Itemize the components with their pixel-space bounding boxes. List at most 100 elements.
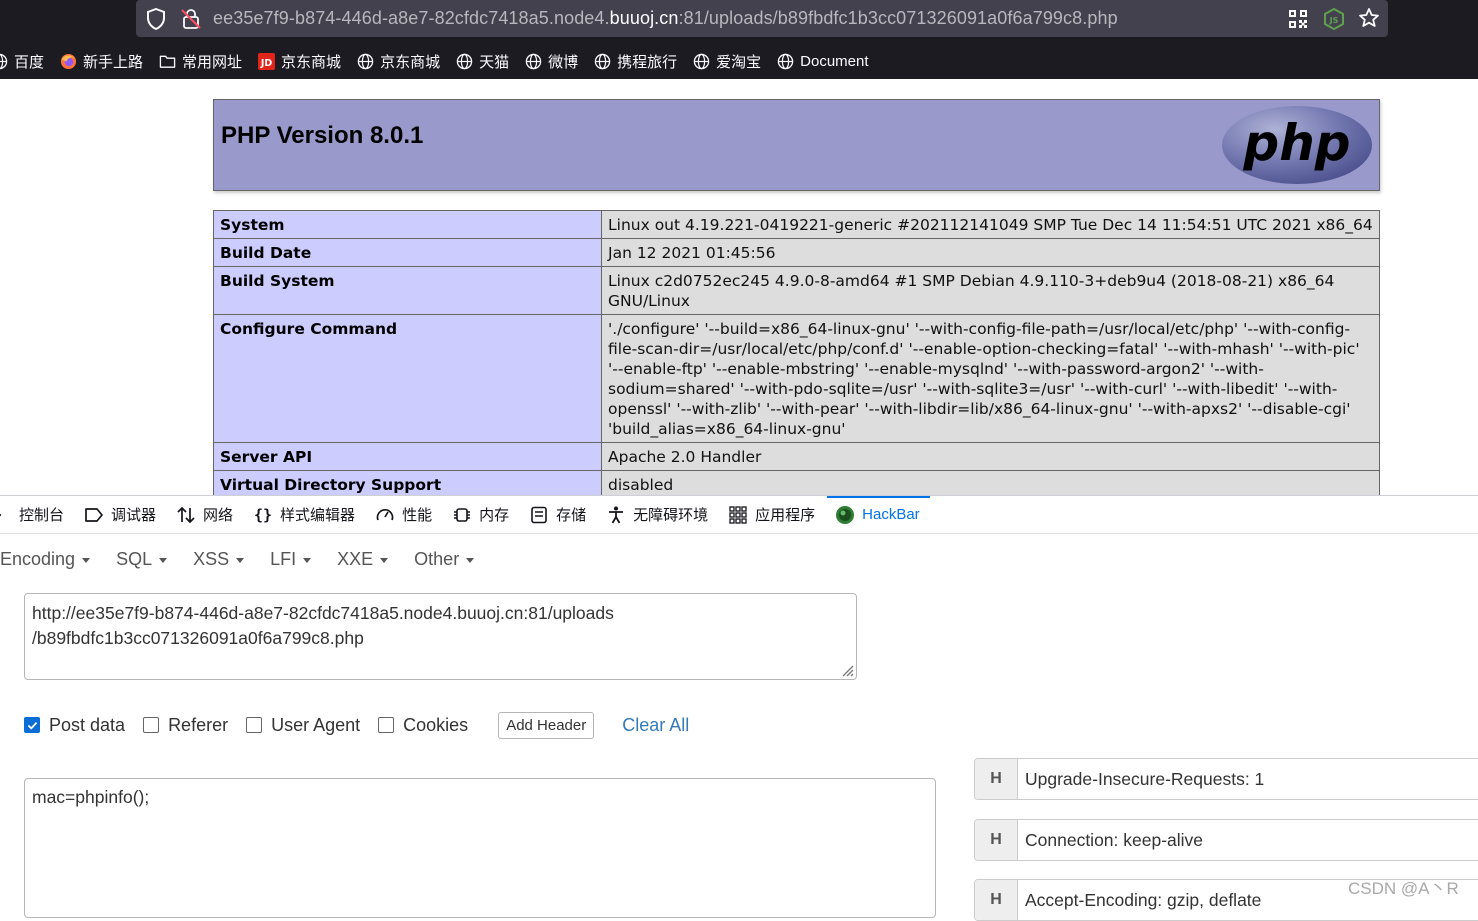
post-data-label: Post data xyxy=(49,714,126,735)
bookmark-label: 新手上路 xyxy=(83,53,144,71)
cookies-option[interactable]: Cookies xyxy=(378,715,468,736)
debugger-icon xyxy=(84,505,104,525)
post-data-checkbox[interactable] xyxy=(24,717,40,733)
address-bar[interactable]: ee35e7f9-b874-446d-a8e7-82cfdc7418a5.nod… xyxy=(136,0,1388,37)
phpinfo-value: Apache 2.0 Handler xyxy=(601,442,1380,471)
hackbar-menu-item[interactable]: LFI xyxy=(270,549,312,570)
bookmark-item[interactable]: 百度 xyxy=(0,51,44,72)
caret-down-icon xyxy=(236,557,245,563)
hackbar-menu: Encoding SQL XSS LFI XXE Other xyxy=(0,542,500,576)
globe-icon xyxy=(693,53,710,70)
hackbar-menu-item[interactable]: Other xyxy=(414,548,475,570)
devtools-tab[interactable]: 内存 xyxy=(452,496,509,534)
globe-icon xyxy=(594,53,611,70)
devtools-tab-label: 性能 xyxy=(402,507,433,524)
firefox-icon xyxy=(60,53,77,70)
network-icon xyxy=(176,505,196,525)
header-row[interactable]: H Connection: keep-alive xyxy=(974,819,1478,861)
url-line-1: http://ee35e7f9-b874-446d-a8e7-82cfdc741… xyxy=(32,603,614,623)
referer-checkbox[interactable] xyxy=(143,717,160,733)
clear-all-link[interactable]: Clear All xyxy=(622,715,689,736)
php-logo-text: php xyxy=(1242,114,1350,172)
header-value[interactable]: Accept-Encoding: gzip, deflate xyxy=(1018,880,1261,920)
bookmark-label: Document xyxy=(800,52,869,70)
console-icon xyxy=(0,505,12,525)
devtools-tab-label: 网络 xyxy=(203,507,234,524)
globe-icon xyxy=(777,53,794,70)
phpinfo-row: Configure Command './configure' '--build=… xyxy=(213,314,1380,443)
devtools-tab-label: 应用程序 xyxy=(755,507,816,524)
url-domain: buuoj.cn xyxy=(609,8,679,28)
bookmark-label: 京东商城 xyxy=(281,53,342,71)
phpinfo-key: Build System xyxy=(213,266,602,315)
url-suffix: :81/uploads/b89fbdfc1b3cc071326091a0f6a7… xyxy=(678,8,1118,28)
bookmark-item[interactable]: 新手上路 xyxy=(60,51,143,72)
nodejs-extension-icon[interactable]: JS xyxy=(1324,7,1344,31)
devtools-tab[interactable]: 应用程序 xyxy=(728,496,815,534)
braces-icon: {} xyxy=(253,505,273,525)
hackbar-menu-item[interactable]: XSS xyxy=(193,549,245,570)
shield-icon[interactable] xyxy=(146,7,166,31)
add-header-button[interactable]: Add Header xyxy=(498,711,595,739)
bookmark-item[interactable]: JD 京东商城 xyxy=(258,51,341,72)
globe-icon xyxy=(525,53,542,70)
user-agent-checkbox[interactable] xyxy=(246,717,263,733)
globe-icon xyxy=(0,53,8,70)
devtools-tab[interactable]: 控制台 xyxy=(0,496,64,534)
caret-down-icon xyxy=(159,557,168,563)
header-row[interactable]: H Upgrade-Insecure-Requests: 1 xyxy=(974,758,1478,800)
qr-code-icon[interactable] xyxy=(1288,9,1308,29)
bookmark-item[interactable]: 京东商城 xyxy=(357,51,440,72)
insecure-lock-icon[interactable] xyxy=(180,8,202,30)
user-agent-option[interactable]: User Agent xyxy=(246,715,360,736)
phpinfo-key: System xyxy=(213,210,602,239)
php-logo[interactable]: php xyxy=(1221,105,1373,185)
url-text[interactable]: ee35e7f9-b874-446d-a8e7-82cfdc7418a5.nod… xyxy=(213,8,1118,29)
hackbar-menu-item[interactable]: Encoding xyxy=(0,548,91,570)
hackbar-menu-item[interactable]: XXE xyxy=(337,548,389,570)
hackbar-url-input[interactable]: http://ee35e7f9-b874-446d-a8e7-82cfdc741… xyxy=(24,593,857,680)
devtools-tab-label: 样式编辑器 xyxy=(280,507,356,524)
phpinfo-key: Server API xyxy=(213,442,602,471)
header-value[interactable]: Connection: keep-alive xyxy=(1018,820,1203,860)
resize-grip-icon[interactable] xyxy=(838,661,854,677)
phpinfo-value: Linux out 4.19.221-0419221-generic #2021… xyxy=(601,210,1380,239)
devtools-tab[interactable]: 调试器 xyxy=(84,496,156,534)
hackbar-menu-label: Encoding xyxy=(0,548,76,569)
url-line-2: /b89fbdfc1b3cc071326091a0f6a799c8.php xyxy=(32,628,364,648)
post-data-option[interactable]: Post data xyxy=(24,715,125,736)
bookmark-label: 天猫 xyxy=(479,53,510,71)
bookmark-item[interactable]: 爱淘宝 xyxy=(693,51,761,72)
devtools-tab[interactable]: 无障碍环境 xyxy=(606,496,708,534)
post-data-input[interactable]: mac=phpinfo(); xyxy=(24,778,936,918)
grid-icon xyxy=(728,505,748,525)
bookmark-item[interactable]: 携程旅行 xyxy=(594,51,677,72)
header-value[interactable]: Upgrade-Insecure-Requests: 1 xyxy=(1018,759,1264,799)
phpinfo-value: disabled xyxy=(601,470,1380,495)
hackbar-menu-item[interactable]: SQL xyxy=(116,549,168,570)
bookmark-item[interactable]: 天猫 xyxy=(456,51,509,72)
devtools-tab[interactable]: {} 样式编辑器 xyxy=(253,496,355,534)
php-version-title: PHP Version 8.0.1 xyxy=(221,122,424,149)
phpinfo-value: Linux c2d0752ec245 4.9.0-8-amd64 #1 SMP … xyxy=(601,266,1380,315)
folder-icon xyxy=(159,53,176,70)
bookmark-label: 京东商城 xyxy=(380,53,441,71)
devtools-tab-label: 存储 xyxy=(556,507,587,524)
referer-option[interactable]: Referer xyxy=(143,715,228,736)
svg-text:JS: JS xyxy=(1329,16,1339,25)
hackbar-menu-label: Other xyxy=(414,548,460,569)
bookmark-star-icon[interactable] xyxy=(1358,7,1380,29)
devtools-tab[interactable]: HackBar xyxy=(827,495,930,534)
php-header: PHP Version 8.0.1 php xyxy=(213,99,1380,191)
cookies-checkbox[interactable] xyxy=(378,717,395,733)
hackbar-menu-label: XXE xyxy=(337,548,374,569)
devtools-tab[interactable]: 性能 xyxy=(375,496,432,534)
bookmark-item[interactable]: 微博 xyxy=(525,51,578,72)
bookmark-item[interactable]: Document xyxy=(777,52,869,70)
bookmark-label: 携程旅行 xyxy=(617,53,678,71)
bookmark-item[interactable]: 常用网址 xyxy=(159,51,242,72)
devtools-tab[interactable]: 网络 xyxy=(176,496,233,534)
accessibility-icon xyxy=(606,505,626,525)
devtools-tab[interactable]: 存储 xyxy=(529,496,586,534)
devtools-tab-label: 内存 xyxy=(479,507,510,524)
